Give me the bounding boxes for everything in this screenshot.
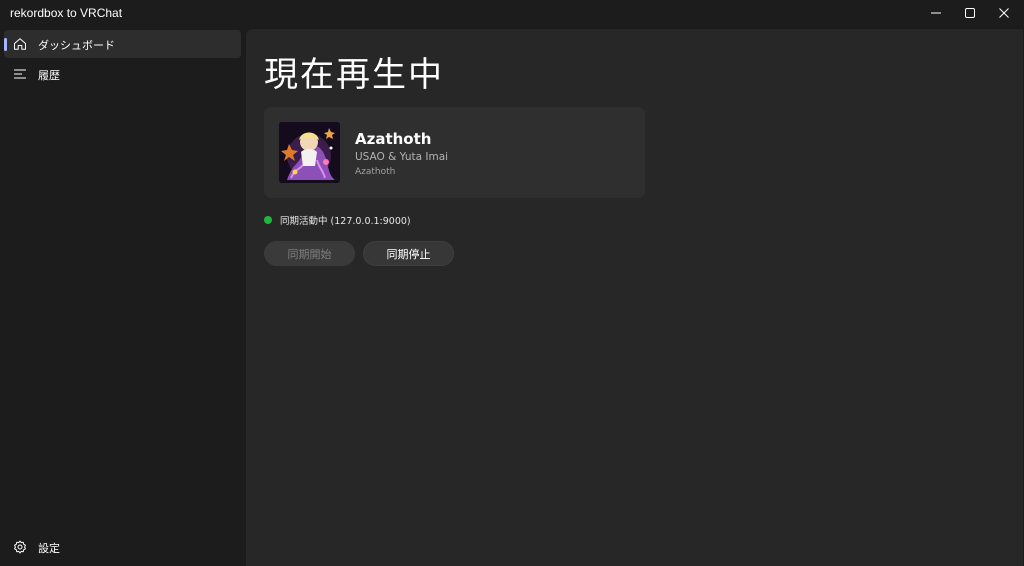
close-icon: [999, 8, 1009, 18]
start-sync-button[interactable]: 同期開始: [264, 241, 355, 266]
album-artwork: [279, 122, 340, 183]
sidebar-item-history[interactable]: 履歴: [4, 60, 241, 88]
sidebar-item-label: ダッシュボード: [38, 39, 115, 52]
track-title: Azathoth: [355, 130, 432, 148]
minimize-icon: [931, 12, 941, 14]
main-content: 現在再生中 Azathoth USAO & Yuta Imai Azathoth…: [245, 28, 1023, 566]
album-artwork-image: [279, 122, 340, 183]
minimize-button[interactable]: [919, 0, 953, 26]
gear-icon: [14, 540, 26, 554]
status-indicator-dot: [264, 216, 272, 224]
window-title: rekordbox to VRChat: [10, 6, 123, 20]
maximize-icon: [965, 8, 975, 18]
page-title: 現在再生中: [264, 55, 444, 95]
maximize-button[interactable]: [953, 0, 987, 26]
sidebar: ダッシュボード 履歴 設定: [0, 28, 245, 566]
list-icon: [14, 69, 26, 79]
sidebar-item-settings[interactable]: 設定: [4, 533, 241, 561]
sync-status: 同期活動中 (127.0.0.1:9000): [264, 213, 411, 227]
status-text: 同期活動中 (127.0.0.1:9000): [280, 216, 411, 227]
stop-sync-button[interactable]: 同期停止: [363, 241, 454, 266]
close-button[interactable]: [987, 0, 1021, 26]
track-artist: USAO & Yuta Imai: [355, 151, 449, 163]
sidebar-item-label: 履歴: [38, 69, 60, 82]
track-album: Azathoth: [355, 167, 396, 177]
sidebar-item-label: 設定: [38, 542, 60, 555]
home-icon: [14, 38, 26, 50]
sidebar-item-dashboard[interactable]: ダッシュボード: [4, 30, 241, 58]
now-playing-card: Azathoth USAO & Yuta Imai Azathoth: [264, 107, 645, 198]
title-bar: rekordbox to VRChat: [0, 0, 1024, 28]
selection-indicator: [4, 38, 7, 51]
app-window: rekordbox to VRChat ダッシュボード 履歴 設定 現在再生中 …: [0, 0, 1024, 566]
